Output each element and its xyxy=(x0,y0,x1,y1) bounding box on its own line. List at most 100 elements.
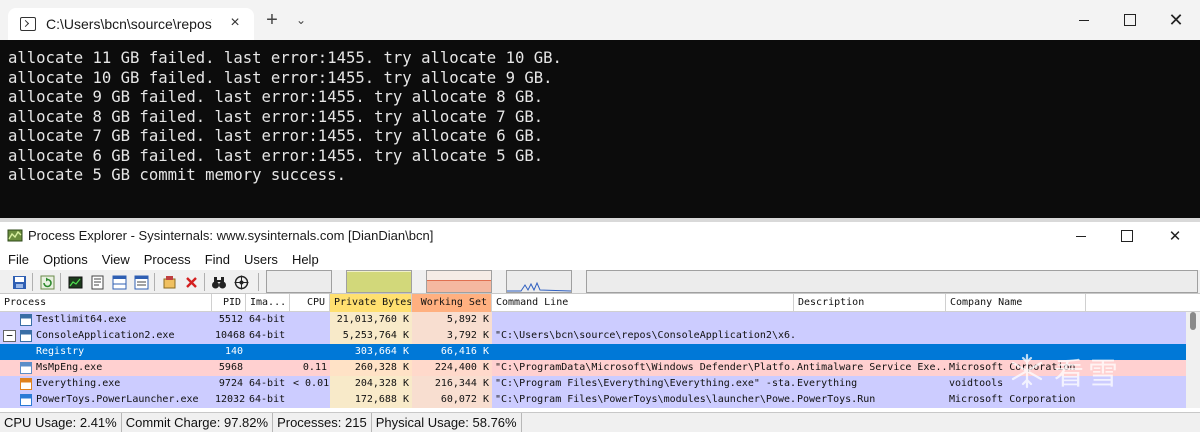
scrollbar-thumb[interactable] xyxy=(1190,312,1196,330)
cell-private-bytes: 172,688 K xyxy=(354,394,409,405)
cell-cpu xyxy=(290,312,330,328)
procexp-menubar: File Options View Process Find Users Hel… xyxy=(0,250,1200,270)
menu-users[interactable]: Users xyxy=(244,250,278,270)
table-row[interactable]: − ConsoleApplication2.exe 10468 64-bit 5,253… xyxy=(0,328,1186,344)
io-graph[interactable] xyxy=(506,270,572,293)
cell-private-bytes: 21,013,760 K xyxy=(336,314,409,325)
cpu-graph[interactable] xyxy=(266,270,332,293)
menu-view[interactable]: View xyxy=(102,250,130,270)
procexp-close-button[interactable]: ✕ xyxy=(1152,222,1198,250)
menu-file[interactable]: File xyxy=(8,250,29,270)
cell-command-line: "C:\Program Files\PowerToys\modules\laun… xyxy=(495,394,794,405)
menu-help[interactable]: Help xyxy=(292,250,319,270)
new-tab-button[interactable]: + xyxy=(262,9,282,32)
watermark-text: 看雪 xyxy=(1054,357,1122,392)
cell-process-name: ConsoleApplication2.exe xyxy=(36,330,175,341)
menu-process[interactable]: Process xyxy=(144,250,191,270)
menu-find[interactable]: Find xyxy=(205,250,230,270)
console-icon xyxy=(20,17,36,31)
find-binoculars-icon[interactable] xyxy=(210,273,228,291)
refresh-icon[interactable] xyxy=(38,273,56,291)
target-icon[interactable] xyxy=(232,273,250,291)
toolbar-separator xyxy=(60,273,61,291)
procexp-toolbar xyxy=(0,270,1200,294)
terminal-line: allocate 5 GB commit memory success. xyxy=(8,166,346,184)
cell-company-name: Microsoft Corporation xyxy=(949,394,1076,405)
column-company-name[interactable]: Company Name xyxy=(946,294,1086,312)
process-icon xyxy=(20,394,32,406)
procexp-minimize-button[interactable] xyxy=(1058,222,1104,250)
tree-expander-icon[interactable]: − xyxy=(3,330,16,342)
table-row[interactable]: PowerToys.PowerLauncher.exe 12032 64-bit 17… xyxy=(0,392,1186,408)
cell-description xyxy=(794,312,946,328)
process-icon xyxy=(20,330,32,342)
cell-command-line: "C:\Program Files\Everything\Everything.… xyxy=(495,378,794,389)
cell-command-line: "C:\Users\bcn\source\repos\ConsoleApplic… xyxy=(495,330,794,341)
tree-view-icon[interactable] xyxy=(132,273,150,291)
lower-pane-icon[interactable] xyxy=(110,273,128,291)
column-private-bytes[interactable]: Private Bytes xyxy=(330,294,412,312)
cell-process-name: Testlimit64.exe xyxy=(36,314,127,325)
cell-process-name: MsMpEng.exe xyxy=(36,362,103,373)
cell-cpu: 0.11 xyxy=(302,362,327,373)
gpu-graph[interactable] xyxy=(586,270,1198,293)
cell-pid: 12032 xyxy=(215,394,246,405)
cell-pid: 9724 xyxy=(218,378,243,389)
cell-cpu xyxy=(290,392,330,408)
procexp-maximize-button[interactable] xyxy=(1104,222,1150,250)
kill-process-icon[interactable] xyxy=(182,273,200,291)
toolbar-separator xyxy=(204,273,205,291)
commit-graph[interactable] xyxy=(346,270,412,293)
process-list-scrollbar[interactable] xyxy=(1186,312,1200,408)
cell-pid: 140 xyxy=(224,346,243,357)
cell-cpu: < 0.01 xyxy=(293,378,330,389)
cell-image-type: 64-bit xyxy=(249,314,286,325)
column-image-type[interactable]: Ima... xyxy=(246,294,290,312)
column-process[interactable]: Process xyxy=(0,294,212,312)
terminal-line: allocate 9 GB failed. last error:1455. t… xyxy=(8,88,544,106)
close-button[interactable]: ✕ xyxy=(1153,0,1199,40)
terminal-line: allocate 10 GB failed. last error:1455. … xyxy=(8,68,553,87)
cell-company-name xyxy=(946,312,1086,328)
minimize-button[interactable] xyxy=(1061,0,1107,40)
process-icon xyxy=(20,362,32,374)
cell-description: Everything xyxy=(797,378,858,389)
window-find-icon[interactable] xyxy=(160,273,178,291)
process-icon xyxy=(20,378,32,390)
maximize-button[interactable] xyxy=(1107,0,1153,40)
column-command-line[interactable]: Command Line xyxy=(492,294,794,312)
cell-image-type: 64-bit xyxy=(249,330,286,341)
properties-icon[interactable] xyxy=(88,273,106,291)
save-icon[interactable] xyxy=(10,273,28,291)
terminal-output[interactable]: allocate 11 GB failed. last error:1455. … xyxy=(0,40,1200,218)
cell-private-bytes: 5,253,764 K xyxy=(342,330,409,341)
procexp-app-icon xyxy=(7,229,23,242)
terminal-tab-title: C:\Users\bcn\source\repos\Cc xyxy=(46,16,212,32)
cell-pid: 10468 xyxy=(215,330,246,341)
snowflake-logo xyxy=(1011,353,1043,389)
menu-options[interactable]: Options xyxy=(43,250,88,270)
cell-description xyxy=(794,344,946,360)
physical-memory-graph[interactable] xyxy=(426,270,492,293)
cell-command-line xyxy=(492,312,794,328)
column-working-set[interactable]: Working Set xyxy=(412,294,492,312)
column-pid[interactable]: PID xyxy=(212,294,246,312)
system-info-icon[interactable] xyxy=(66,273,84,291)
procexp-title: Process Explorer - Sysinternals: www.sys… xyxy=(28,228,434,243)
table-row[interactable]: Testlimit64.exe 5512 64-bit 21,013,760 K 5,8… xyxy=(0,312,1186,328)
cell-working-set: 3,792 K xyxy=(446,330,489,341)
terminal-line: allocate 7 GB failed. last error:1455. t… xyxy=(8,127,544,145)
cell-process-name: Everything.exe xyxy=(36,378,121,389)
cell-process-name: Registry xyxy=(36,346,85,357)
status-processes: Processes: 215 xyxy=(273,413,372,432)
cell-image-type: 64-bit xyxy=(249,394,286,405)
tab-close-icon[interactable]: × xyxy=(226,14,244,32)
column-description[interactable]: Description xyxy=(794,294,946,312)
cell-image-type: 64-bit xyxy=(249,378,286,389)
tab-dropdown-icon[interactable]: ⌄ xyxy=(296,13,306,27)
cell-pid: 5968 xyxy=(218,362,243,373)
column-cpu[interactable]: CPU xyxy=(290,294,330,312)
toolbar-separator xyxy=(258,273,259,291)
terminal-tab[interactable]: C:\Users\bcn\source\repos\Cc × xyxy=(8,8,254,40)
cell-private-bytes: 204,328 K xyxy=(354,378,409,389)
